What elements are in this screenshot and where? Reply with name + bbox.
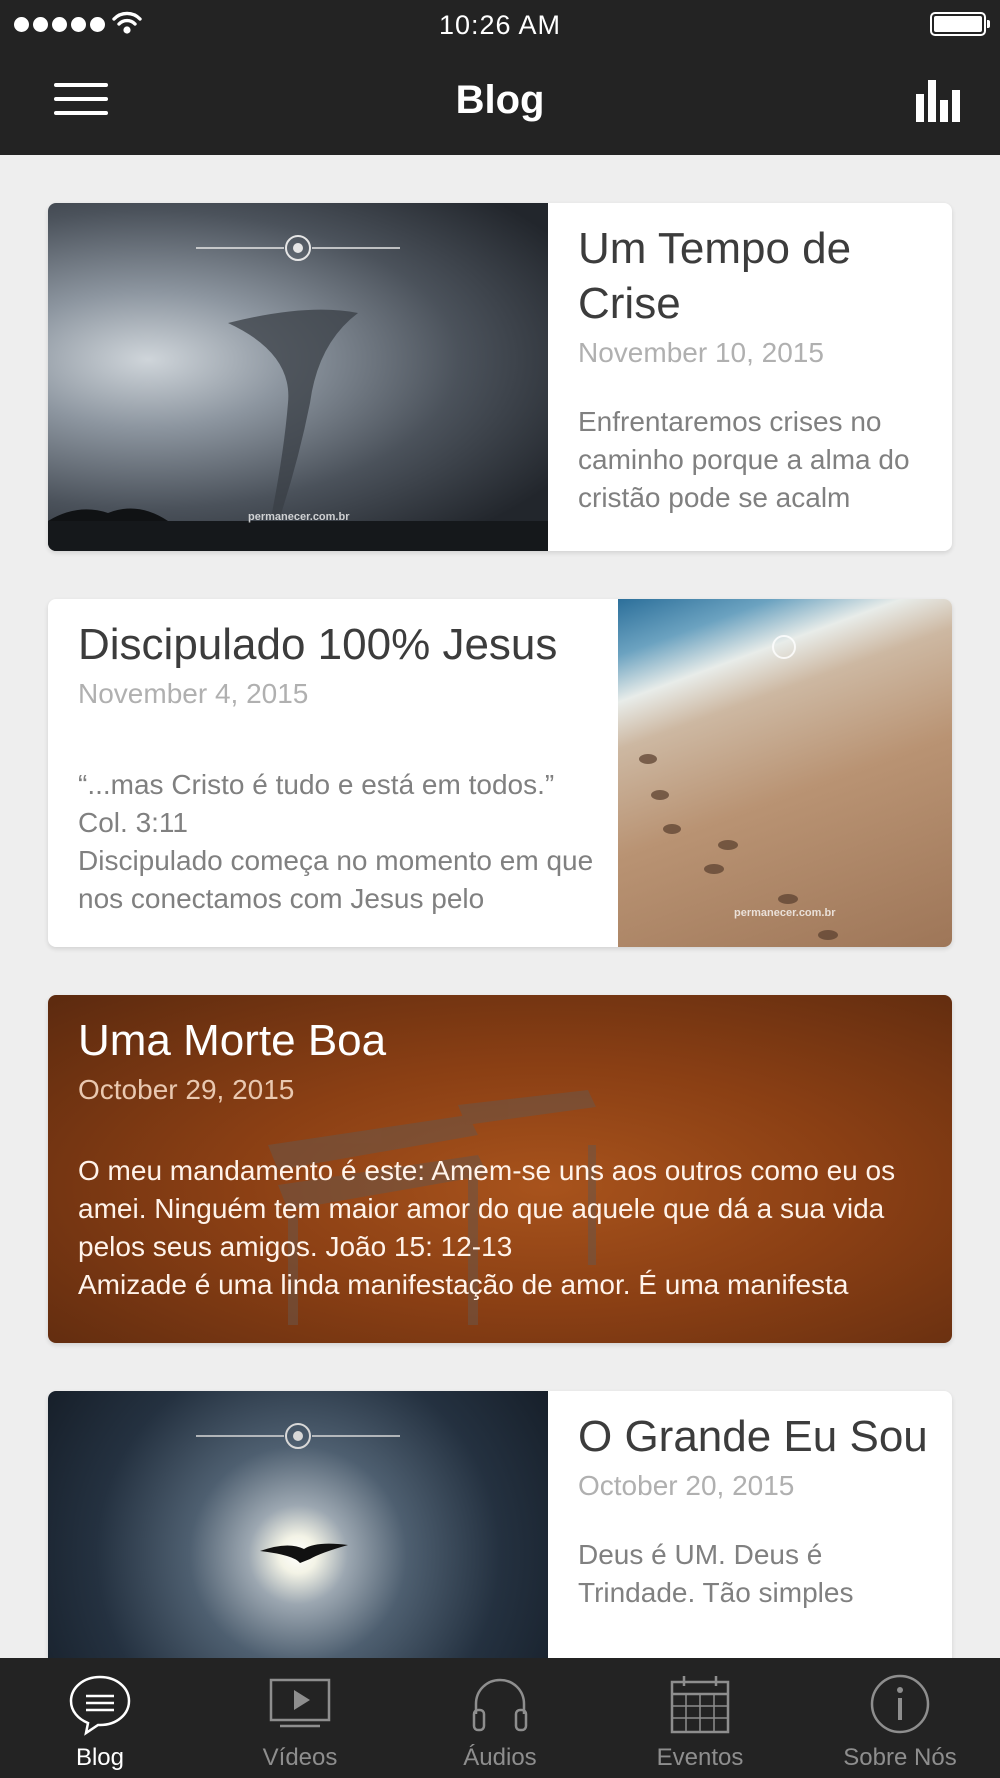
post-text: Um Tempo de Crise November 10, 2015 Enfr… [578,203,928,517]
tab-blog[interactable]: Blog [0,1658,200,1778]
battery-icon [930,12,990,36]
tab-label: Eventos [656,1744,744,1771]
text-fade [868,487,952,525]
post-text: O Grande Eu Sou October 20, 2015 Deus é … [578,1391,928,1612]
blog-post-card[interactable]: Discipulado 100% Jesus November 4, 2015 … [48,599,952,947]
tab-eventos[interactable]: Eventos [600,1658,800,1778]
post-text: Uma Morte Boa October 29, 2015 O meu man… [78,995,928,1304]
tab-label: Sobre Nós [843,1744,957,1771]
post-date: November 4, 2015 [78,678,309,709]
post-title: Um Tempo de Crise [578,224,852,328]
post-image: permanecer.com.br [618,599,952,947]
post-excerpt: O meu mandamento é este: Amem-se uns aos… [78,1155,896,1300]
blog-post-card[interactable]: O Grande Eu Sou October 20, 2015 Deus é … [48,1391,952,1658]
post-title: Discipulado 100% Jesus [78,620,558,669]
image-watermark: permanecer.com.br [248,511,350,523]
footprints-beach-illustration [639,635,838,940]
tab-videos[interactable]: Vídeos [200,1658,400,1778]
post-title: O Grande Eu Sou [578,1412,928,1461]
tab-sobre-nos[interactable]: Sobre Nós [800,1658,1000,1778]
info-icon [870,1674,930,1734]
tab-label: Vídeos [262,1744,338,1771]
headphones-icon [472,1678,528,1732]
post-date: October 20, 2015 [578,1470,795,1501]
tab-label: Blog [75,1744,125,1771]
chat-bubble-icon [69,1675,131,1736]
bar-chart-icon[interactable] [916,80,962,122]
status-time: 10:26 AM [438,10,562,40]
tab-audios[interactable]: Áudios [400,1658,600,1778]
image-watermark: permanecer.com.br [734,907,836,919]
calendar-icon [670,1676,730,1734]
top-bar: 10:26 AM Blog [0,0,1000,155]
post-excerpt: Deus é UM. Deus é Trindade. Tão simples [578,1539,854,1608]
navigation-bar: Blog [0,50,1000,155]
post-image: permanecer.com.br [48,203,548,551]
blog-post-card[interactable]: Uma Morte Boa October 29, 2015 O meu man… [48,995,952,1343]
tab-bar: Blog Vídeos Áudios Eventos Sobre Nós [0,1658,1000,1778]
post-text: Discipulado 100% Jesus November 4, 2015 … [78,599,598,918]
video-play-icon [269,1678,331,1728]
text-fade [518,883,608,921]
status-bar: 10:26 AM [0,0,1000,50]
post-date: October 29, 2015 [78,1074,295,1105]
post-date: November 10, 2015 [578,337,824,368]
post-title: Uma Morte Boa [78,1016,387,1065]
page-title: Blog [455,78,545,122]
blog-feed[interactable]: permanecer.com.br Um Tempo de Crise Nove… [0,155,1000,1658]
blog-post-card[interactable]: permanecer.com.br Um Tempo de Crise Nove… [48,203,952,551]
post-image [48,1391,548,1658]
tab-label: Áudios [463,1744,537,1771]
tornado-illustration [48,309,548,551]
bird-silhouette-illustration [260,1543,348,1563]
